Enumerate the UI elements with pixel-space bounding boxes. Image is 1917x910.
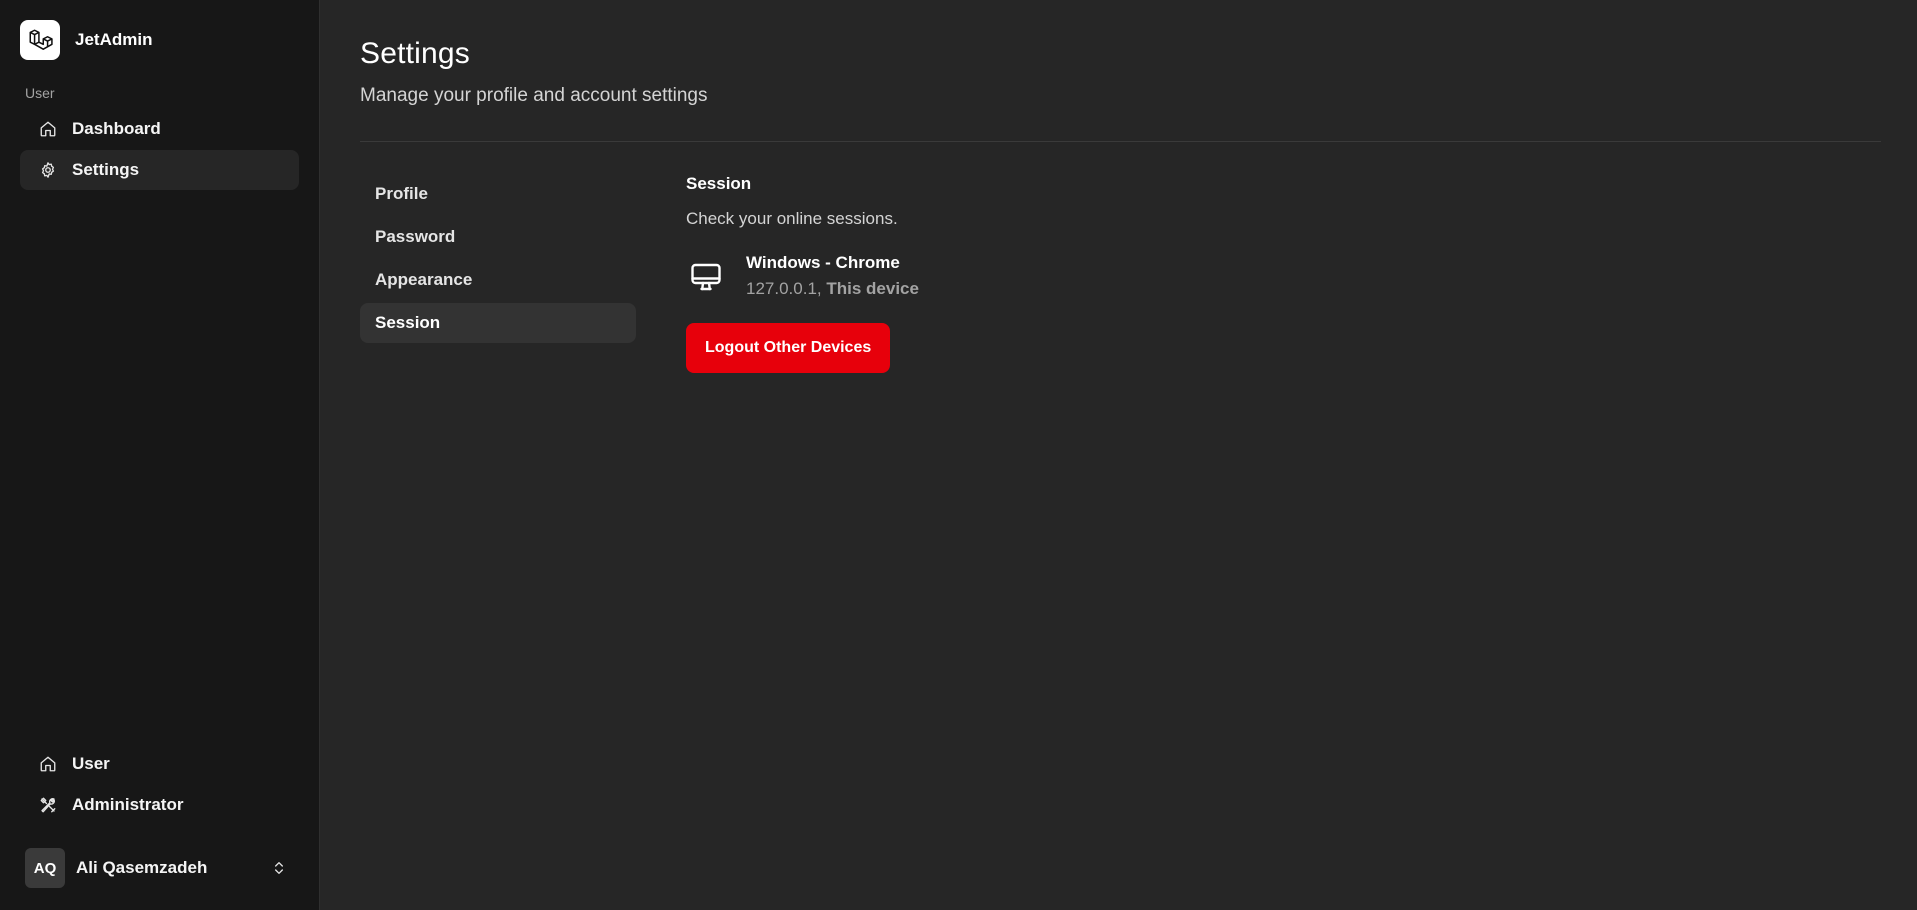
tools-icon <box>38 795 58 815</box>
chevrons-up-down-icon <box>269 858 289 878</box>
main-content: Settings Manage your profile and account… <box>320 0 1917 910</box>
avatar: AQ <box>25 848 65 888</box>
session-current-label: This device <box>826 279 919 298</box>
home-icon <box>38 754 58 774</box>
sidebar-item-settings[interactable]: Settings <box>20 150 299 190</box>
session-details: Windows - Chrome 127.0.0.1, This device <box>746 253 919 299</box>
app-root: JetAdmin User Dashboard Settings User Ad… <box>0 0 1917 910</box>
sidebar-item-user[interactable]: User <box>20 744 299 784</box>
sidebar-item-label: Dashboard <box>72 119 161 138</box>
logout-other-devices-button[interactable]: Logout Other Devices <box>686 323 891 373</box>
session-description: Check your online sessions. <box>686 209 898 228</box>
session-title: Session <box>686 174 752 193</box>
divider <box>360 141 1881 142</box>
session-panel: Session Check your online sessions. Wind… <box>686 174 919 373</box>
sidebar-item-administrator[interactable]: Administrator <box>20 785 299 825</box>
settings-subnav: Profile Password Appearance Session <box>360 174 636 373</box>
session-device-name: Windows - Chrome <box>746 253 900 272</box>
session-ip: 127.0.0.1, <box>746 279 822 298</box>
sidebar-bottom-nav: User Administrator <box>20 744 299 826</box>
tab-profile[interactable]: Profile <box>360 174 636 214</box>
tab-appearance[interactable]: Appearance <box>360 260 636 300</box>
tab-session[interactable]: Session <box>360 303 636 343</box>
sidebar-item-dashboard[interactable]: Dashboard <box>20 109 299 149</box>
sidebar-item-label: Administrator <box>72 795 184 814</box>
page-title: Settings <box>360 37 470 70</box>
gear-icon <box>38 160 58 180</box>
settings-content: Profile Password Appearance Session Sess… <box>360 174 1881 373</box>
home-icon <box>38 119 58 139</box>
user-name: Ali Qasemzadeh <box>76 858 208 877</box>
sidebar-item-label: User <box>72 754 110 773</box>
session-meta: 127.0.0.1, This device <box>746 279 919 299</box>
user-menu[interactable]: AQ Ali Qasemzadeh <box>20 846 299 890</box>
sidebar-section-label: User <box>25 85 55 101</box>
monitor-icon <box>686 257 726 297</box>
brand[interactable]: JetAdmin <box>20 0 299 77</box>
laravel-logo-icon <box>20 19 60 60</box>
sidebar: JetAdmin User Dashboard Settings User Ad… <box>0 0 320 910</box>
tab-password[interactable]: Password <box>360 217 636 257</box>
page-subtitle: Manage your profile and account settings <box>360 85 708 106</box>
brand-name: JetAdmin <box>75 29 153 49</box>
sidebar-item-label: Settings <box>72 160 140 179</box>
session-item: Windows - Chrome 127.0.0.1, This device <box>686 253 919 299</box>
